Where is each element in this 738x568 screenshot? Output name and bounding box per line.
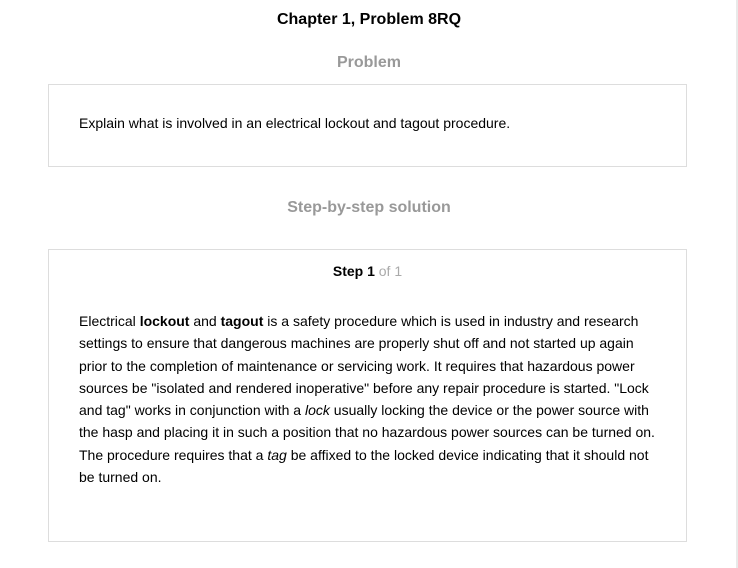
step-body-segment-italic: tag <box>267 446 287 463</box>
problem-heading: Problem <box>336 54 401 71</box>
step-count: of 1 <box>374 263 403 279</box>
step-body-segment: Electrical <box>79 313 140 329</box>
page-title: Chapter 1, Problem 8RQ <box>276 11 462 28</box>
step-body-segment-bold: lockout <box>139 313 190 329</box>
step-body-segment-bold: tagout <box>220 313 264 329</box>
problem-text: Explain what is involved in an electrica… <box>79 115 511 131</box>
step-label: Step 1 <box>332 263 375 279</box>
step-body-segment: and <box>189 313 221 329</box>
solution-heading: Step-by-step solution <box>287 199 451 216</box>
step-body: Electrical lockout and tagout is a safet… <box>79 310 659 488</box>
step-header: Step 1 of 1 <box>49 263 686 279</box>
problem-box: Explain what is involved in an electrica… <box>48 84 687 167</box>
solution-box: Step 1 of 1 Electrical lockout and tagou… <box>48 249 687 542</box>
step-body-segment-italic: lock <box>304 402 330 419</box>
